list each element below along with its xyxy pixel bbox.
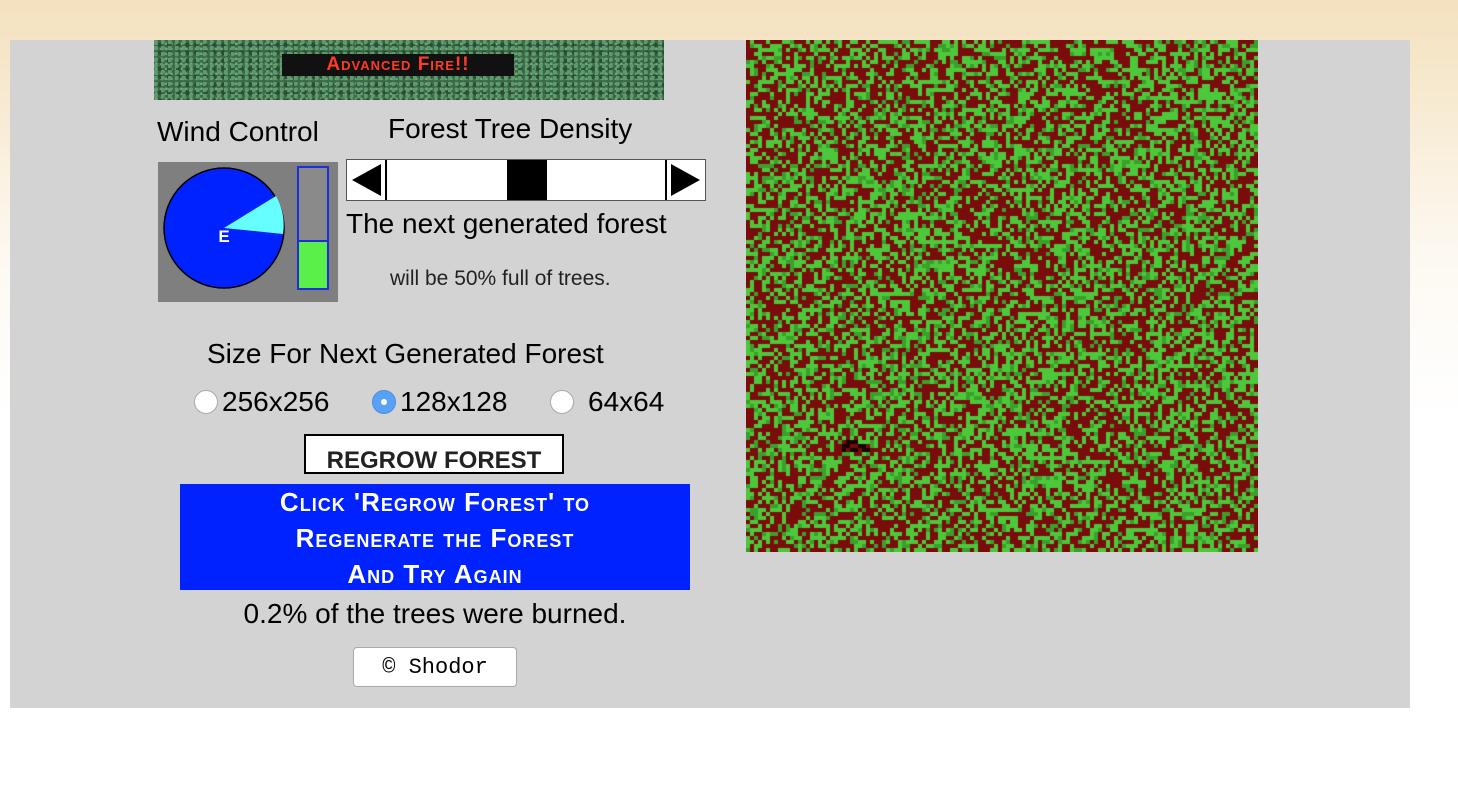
instruction-message: Click 'Regrow Forest' to Regenerate the … [180,484,690,590]
shodor-copyright-button[interactable]: © Shodor [353,647,517,687]
density-scroll-thumb[interactable] [507,160,547,200]
forest-grid[interactable] [746,40,1258,552]
arrow-right-icon [671,164,700,196]
arrow-left-icon [352,164,381,196]
wind-strength-fill [299,240,327,288]
banner: Advanced Fire!! [154,40,664,100]
wind-control[interactable]: E [158,162,338,302]
wind-direction-label: E [218,227,229,246]
regrow-forest-button[interactable]: REGROW FOREST [304,434,564,474]
banner-title: Advanced Fire!! [282,54,514,76]
wind-strength-bar[interactable] [297,166,329,290]
message-line: Click 'Regrow Forest' to [279,487,591,517]
radio-64[interactable] [550,390,574,414]
radio-128[interactable] [372,390,396,414]
size-option-256[interactable]: 256x256 [194,386,329,418]
density-description-line1: The next generated forest [346,208,667,239]
density-decrease-button[interactable] [347,160,387,200]
size-option-128[interactable]: 128x128 [372,386,507,418]
size-option-label: 256x256 [222,386,330,417]
density-label: Forest Tree Density [388,113,633,144]
wind-control-label: Wind Control [157,116,319,147]
size-option-64[interactable]: 64x64 [550,386,664,418]
size-option-label: 64x64 [588,386,665,417]
density-scrollbar[interactable] [346,159,706,201]
forest-size-label: Size For Next Generated Forest [207,338,604,369]
fire-simulation-applet: Advanced Fire!! Wind Control Forest Tree… [10,40,1410,708]
radio-256[interactable] [194,390,218,414]
density-description-line2: will be 50% full of trees. [390,267,611,290]
burned-status: 0.2% of the trees were burned. [243,598,627,629]
message-line: And Try Again [347,559,523,589]
density-increase-button[interactable] [665,160,705,200]
size-option-label: 128x128 [400,386,508,417]
message-line: Regenerate the Forest [295,523,575,553]
wind-compass-icon[interactable]: E [161,166,287,292]
